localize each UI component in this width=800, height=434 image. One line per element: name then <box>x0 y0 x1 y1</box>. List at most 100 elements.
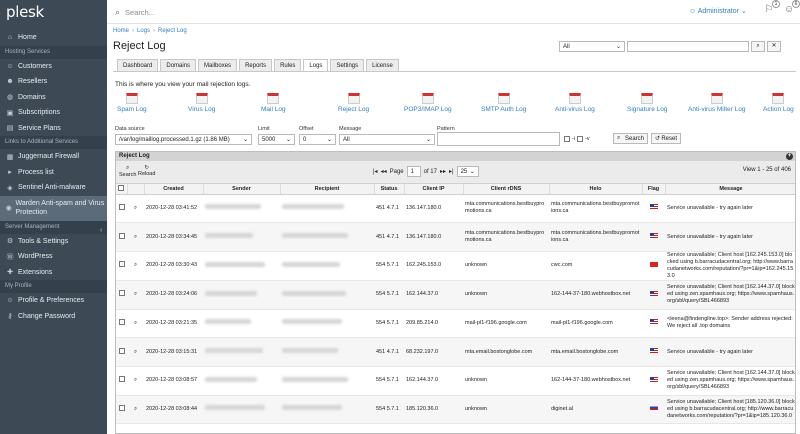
sidebar-item-juggernaut-firewall[interactable]: ▦ Juggernaut Firewall <box>0 149 107 165</box>
pattern-input[interactable] <box>437 132 560 146</box>
table-row[interactable]: ⌕ 2020-12-28 03:34:45 451 4.7.1 136.147.180… <box>116 222 795 252</box>
log-link-signature-log[interactable]: Signature Log <box>627 93 667 113</box>
log-link-anti-virus-milter-log[interactable]: Anti-virus Milter Log <box>688 93 745 113</box>
column-header-created[interactable]: Created <box>144 184 204 195</box>
search-icon[interactable]: ⌕ <box>134 320 137 326</box>
sidebar-item-resellers[interactable]: ☻ Resellers <box>0 74 107 90</box>
sidebar-item-change-password[interactable]: ⚷ Change Password <box>0 309 107 325</box>
global-search[interactable]: ⌕ Search... <box>115 5 315 19</box>
sidebar-item-extensions[interactable]: ✚ Extensions <box>0 265 107 281</box>
row-checkbox[interactable] <box>118 404 125 411</box>
row-checkbox[interactable] <box>118 318 125 325</box>
case-insensitive-checkbox[interactable] <box>564 136 570 142</box>
grid-search-button[interactable]: ⌕ Search <box>119 165 136 178</box>
grid-reload-button[interactable]: ↻ Reload <box>138 165 155 177</box>
sidebar-item-tools-settings[interactable]: ⚙ Tools & Settings <box>0 234 107 250</box>
prev-page-icon[interactable]: ◂◂ <box>381 168 387 175</box>
column-header-helo[interactable]: Helo <box>549 184 643 195</box>
sidebar-item-service-plans[interactable]: ▤ Service Plans <box>0 121 107 137</box>
sidebar-item-profile-preferences[interactable]: ☺ Profile & Preferences <box>0 293 107 309</box>
column-header-actions[interactable] <box>127 184 145 195</box>
filter-reset-button[interactable]: ↺ Reset <box>651 133 681 144</box>
sidebar-item-domains[interactable]: ◍ Domains <box>0 90 107 106</box>
user-menu[interactable]: ☺ Administrator ⌄ <box>689 7 747 15</box>
last-page-icon[interactable]: ▸| <box>449 168 454 175</box>
sidebar-item-sentinel-anti-malware[interactable]: ◈ Sentinel Anti-malware <box>0 180 107 196</box>
log-link-mail-log[interactable]: Mail Log <box>261 93 286 113</box>
breadcrumb-home[interactable]: Home <box>113 28 129 34</box>
row-checkbox[interactable] <box>118 290 125 297</box>
log-link-smtp-auth-log[interactable]: SMTP Auth Log <box>481 93 526 113</box>
table-row[interactable]: ⌕ 2020-12-28 03:08:44 554 5.7.1 185.120.36.… <box>116 395 795 425</box>
log-link-anti-virus-log[interactable]: Anti-virus Log <box>555 93 595 113</box>
log-link-virus-log[interactable]: Virus Log <box>188 93 215 113</box>
expand-icon[interactable]: + <box>786 153 793 160</box>
breadcrumb-reject-log[interactable]: Reject Log <box>158 28 187 34</box>
column-header-message[interactable]: Message <box>665 184 795 195</box>
search-button[interactable]: ⌕ <box>751 41 765 52</box>
table-row[interactable]: ⌕ 2020-12-28 03:08:57 554 5.7.1 162.144.37.… <box>116 366 795 396</box>
row-checkbox[interactable] <box>118 347 125 354</box>
search-icon[interactable]: ⌕ <box>134 234 137 240</box>
search-icon[interactable]: ⌕ <box>134 291 137 297</box>
search-filter-select[interactable]: All ⌄ <box>559 41 625 52</box>
row-checkbox[interactable] <box>118 203 125 210</box>
page-search-input[interactable] <box>627 41 749 52</box>
page-input[interactable]: 1 <box>406 166 421 177</box>
next-page-icon[interactable]: ▸▸ <box>440 168 446 175</box>
select-all-checkbox[interactable] <box>118 184 125 191</box>
sidebar-item-customers[interactable]: ☺ Customers <box>0 59 107 75</box>
row-checkbox[interactable] <box>118 376 125 383</box>
message-select[interactable]: All ⌄ <box>339 134 435 145</box>
search-icon[interactable]: ⌕ <box>134 349 137 355</box>
offset-select[interactable]: 0 ⌄ <box>299 134 336 145</box>
first-page-icon[interactable]: |◂ <box>373 168 378 175</box>
table-row[interactable]: ⌕ 2020-12-28 03:24:06 554 5.7.1 162.144.37.… <box>116 280 795 310</box>
log-link-reject-log[interactable]: Reject Log <box>338 93 369 113</box>
breadcrumb-logs[interactable]: Logs <box>137 28 150 34</box>
search-icon[interactable]: ⌕ <box>134 377 137 383</box>
tab-domains[interactable]: Domains <box>160 59 197 71</box>
row-select-cell <box>116 337 127 367</box>
sidebar-item-process-list[interactable]: ▸ Process list <box>0 165 107 181</box>
sidebar-item-home[interactable]: ⌂ Home <box>0 30 107 46</box>
column-header-client-ip[interactable]: Client IP <box>404 184 464 195</box>
table-row[interactable]: ⌕ 2020-12-28 03:30:43 554 5.7.1 162.245.153… <box>116 251 795 281</box>
plesk-logo[interactable]: plesk <box>0 0 107 30</box>
filter-search-button[interactable]: ⌕ Search <box>613 133 648 144</box>
table-row[interactable]: ⌕ 2020-12-28 03:21:35 554 5.7.1 209.85.214.… <box>116 309 795 339</box>
log-link-spam-log[interactable]: Spam Log <box>117 93 147 113</box>
search-icon[interactable]: ⌕ <box>134 262 137 268</box>
invert-match-checkbox[interactable] <box>577 136 584 142</box>
column-header-client-rdns[interactable]: Client rDNS <box>463 184 550 195</box>
clear-search-button[interactable]: ✕ <box>767 41 781 52</box>
column-header-select[interactable] <box>116 184 128 195</box>
sidebar-item-wordpress[interactable]: Ⓦ WordPress <box>0 249 107 265</box>
row-checkbox[interactable] <box>118 261 125 268</box>
page-size-select[interactable]: 25 ⌄ <box>456 166 479 177</box>
tab-dashboard[interactable]: Dashboard <box>117 59 159 71</box>
sidebar-item-warden-anti-spam-and-virus-protection[interactable]: ◉ Warden Anti-spam and Virus Protection <box>0 195 107 221</box>
table-row[interactable]: ⌕ 2020-12-28 03:41:52 451 4.7.1 136.147.180… <box>116 194 795 224</box>
data-source-select[interactable]: /var/log/maillog.processed.1.gz (1.86 MB… <box>115 134 252 145</box>
log-link-pop3-imap-log[interactable]: POP3/IMAP Log <box>404 93 452 113</box>
tab-settings[interactable]: Settings <box>330 59 365 71</box>
table-row[interactable]: ⌕ 2020-12-28 03:15:31 451 4.7.1 68.232.197.… <box>116 337 795 367</box>
tab-reports[interactable]: Reports <box>239 59 273 71</box>
row-checkbox[interactable] <box>118 232 125 239</box>
sidebar-item-subscriptions[interactable]: ▣ Subscriptions <box>0 105 107 121</box>
limit-select[interactable]: 5000 ⌄ <box>258 134 295 145</box>
notifications-icon[interactable]: ⚐ 1 <box>762 0 780 18</box>
feedback-icon[interactable]: ☺ 6 <box>782 0 800 18</box>
collapse-sidebar-icon[interactable]: ‹ <box>100 224 107 238</box>
tab-mailboxes[interactable]: Mailboxes <box>198 59 238 71</box>
column-header-status[interactable]: Status <box>374 184 405 195</box>
column-header-flag[interactable]: Flag <box>642 184 666 195</box>
search-icon[interactable]: ⌕ <box>134 406 137 412</box>
column-header-recipient[interactable]: Recipient <box>280 184 375 195</box>
column-header-sender[interactable]: Sender <box>203 184 281 195</box>
search-icon[interactable]: ⌕ <box>134 205 137 211</box>
tab-rules[interactable]: Rules <box>274 59 302 71</box>
tab-license[interactable]: License <box>366 59 399 71</box>
log-link-action-log[interactable]: Action Log <box>763 93 794 113</box>
